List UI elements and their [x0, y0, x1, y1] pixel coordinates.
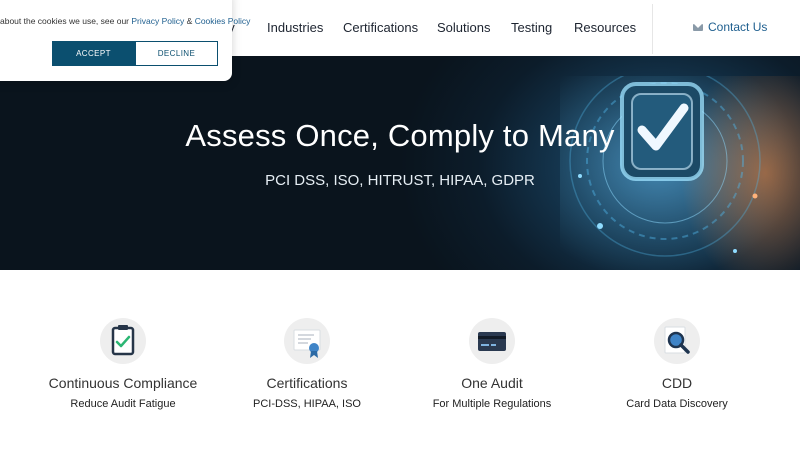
nav-item-resources[interactable]: Resources	[574, 20, 636, 35]
cookies-policy-link[interactable]: Cookies Policy	[195, 16, 251, 26]
feature-title: Continuous Compliance	[48, 375, 198, 391]
feature-continuous-compliance[interactable]: Continuous Compliance Reduce Audit Fatig…	[23, 318, 223, 410]
accept-button[interactable]: ACCEPT	[52, 41, 135, 66]
contact-us-link[interactable]: Contact Us	[693, 20, 767, 34]
contact-us-label: Contact Us	[708, 20, 768, 34]
feature-one-audit[interactable]: One Audit For Multiple Regulations	[392, 318, 592, 410]
feature-certifications[interactable]: Certifications PCI-DSS, HIPAA, ISO	[207, 318, 407, 410]
feature-title: CDD	[661, 375, 693, 391]
feature-cdd[interactable]: CDD Card Data Discovery	[577, 318, 777, 410]
feature-subtitle: Reduce Audit Fatigue	[70, 398, 176, 410]
feature-title: Certifications	[266, 375, 348, 391]
cookie-text-prefix: about the cookies we use, see our	[0, 16, 132, 26]
feature-subtitle: For Multiple Regulations	[432, 398, 552, 410]
nav-item-certifications[interactable]: Certifications	[343, 20, 418, 35]
nav-item-solutions[interactable]: Solutions	[437, 20, 490, 35]
nav-divider	[652, 4, 653, 54]
nav-item-industries[interactable]: Industries	[267, 20, 323, 35]
hero-banner: Assess Once, Comply to Many PCI DSS, ISO…	[0, 56, 800, 270]
privacy-policy-link[interactable]: Privacy Policy	[131, 16, 184, 26]
hero-subtitle: PCI DSS, ISO, HITRUST, HIPAA, GDPR	[265, 172, 535, 189]
hero-title: Assess Once, Comply to Many	[185, 118, 615, 153]
cookie-text-amp: &	[184, 16, 195, 26]
feature-subtitle: PCI-DSS, HIPAA, ISO	[253, 398, 361, 410]
credit-card-icon	[469, 318, 515, 364]
nav-item-testing[interactable]: Testing	[511, 20, 552, 35]
certificate-icon	[284, 318, 330, 364]
feature-subtitle: Card Data Discovery	[626, 398, 728, 410]
cookie-banner: about the cookies we use, see our Privac…	[0, 0, 250, 81]
feature-title: One Audit	[461, 375, 523, 391]
magnifier-document-icon	[654, 318, 700, 364]
clipboard-check-icon	[100, 318, 146, 364]
decline-button[interactable]: DECLINE	[135, 41, 218, 66]
cookie-message: about the cookies we use, see our Privac…	[0, 16, 250, 26]
mail-icon	[693, 23, 703, 31]
